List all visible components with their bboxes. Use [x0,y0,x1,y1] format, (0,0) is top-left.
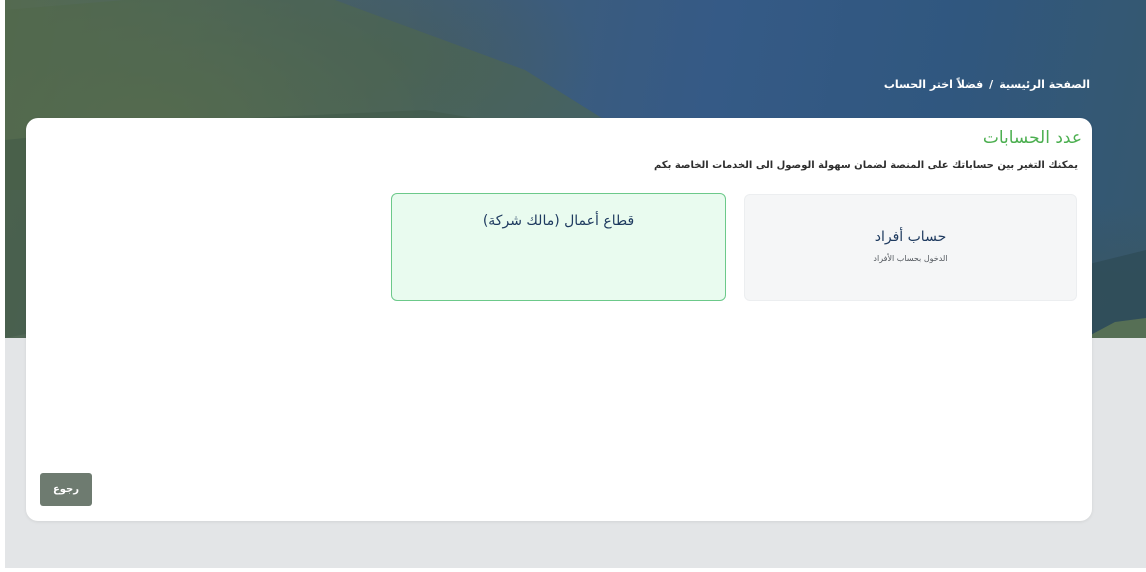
breadcrumb: الصفحة الرئيسية / فضلاً اختر الحساب [884,78,1090,91]
breadcrumb-home-link[interactable]: الصفحة الرئيسية [999,78,1090,91]
page-title: عدد الحسابات [982,128,1082,148]
individual-account-title: حساب أفراد [874,229,947,245]
account-selection-card: عدد الحسابات يمكنك التغير بين حساباتك عل… [26,118,1092,521]
page-subtitle: يمكنك التغير بين حساباتك على المنصة لضما… [653,160,1078,171]
business-account-title: قطاع أعمال (مالك شركة) [482,213,635,229]
business-account-option[interactable]: قطاع أعمال (مالك شركة) [391,193,726,301]
breadcrumb-current: فضلاً اختر الحساب [883,78,984,91]
bottom-edge [0,568,1146,572]
individual-account-description: الدخول بحساب الأفراد [873,254,948,263]
back-button[interactable]: رجوع [40,473,92,506]
individual-account-option[interactable]: حساب أفراد الدخول بحساب الأفراد [744,194,1077,301]
breadcrumb-separator: / [989,78,994,91]
left-edge [0,0,5,568]
